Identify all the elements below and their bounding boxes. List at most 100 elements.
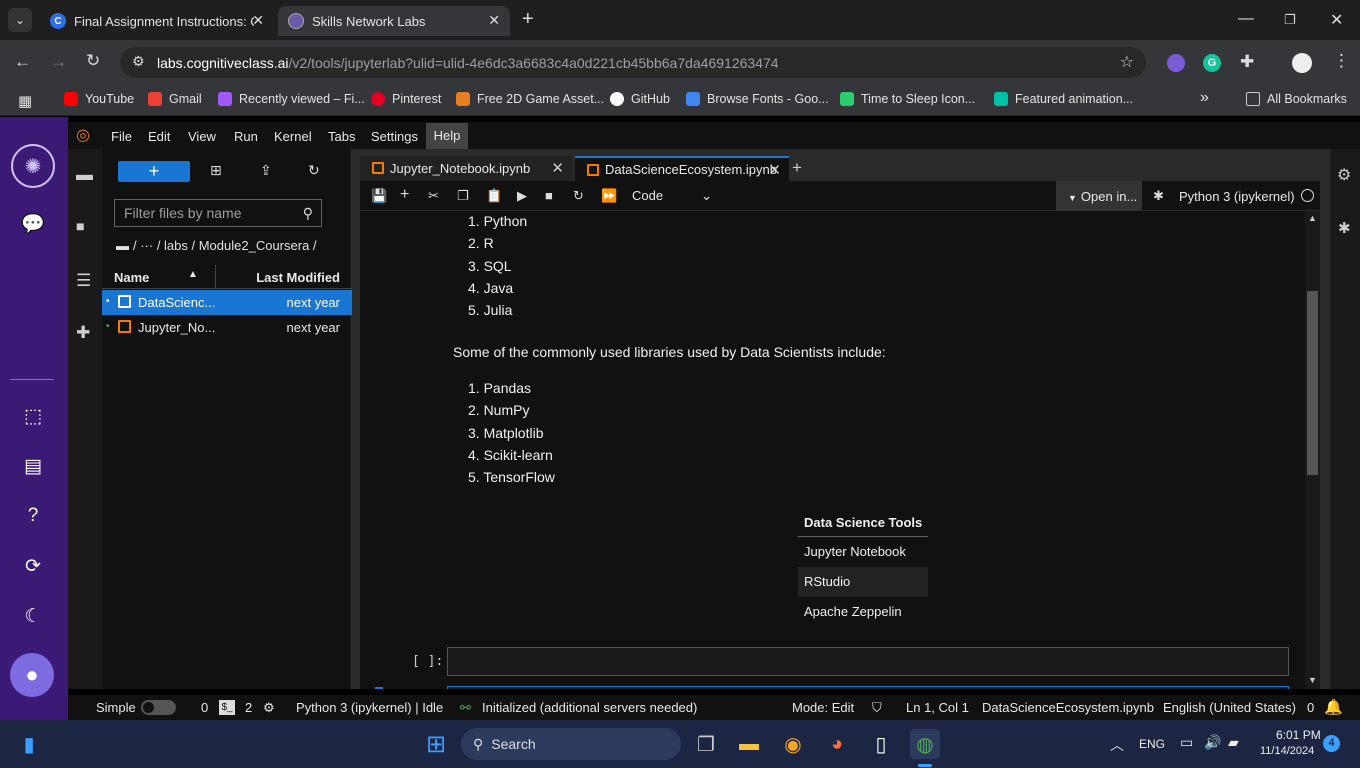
- running-kernels-icon[interactable]: ⏹: [76, 217, 85, 237]
- firefox-icon[interactable]: ◕: [822, 729, 852, 759]
- task-view-icon[interactable]: ❐: [691, 729, 721, 759]
- fast-forward-icon[interactable]: ⏩: [601, 188, 617, 204]
- kernels-count[interactable]: 2: [245, 700, 252, 715]
- bookmark-figma[interactable]: Recently viewed – Fi...: [218, 92, 365, 106]
- grammarly-icon[interactable]: G: [1203, 54, 1221, 72]
- file-row[interactable]: • Jupyter_No... next year: [102, 315, 352, 340]
- property-inspector-icon[interactable]: ⚙: [1337, 165, 1351, 185]
- all-bookmarks-button[interactable]: All Bookmarks: [1246, 92, 1347, 106]
- minimize-icon[interactable]: —: [1238, 10, 1254, 28]
- cut-icon[interactable]: ✂: [428, 188, 439, 204]
- terminals-count[interactable]: 0: [201, 700, 208, 715]
- menu-settings[interactable]: Settings: [371, 129, 418, 144]
- forward-icon[interactable]: →: [50, 52, 67, 72]
- reload-icon[interactable]: ↻: [86, 51, 100, 71]
- inbox-icon[interactable]: ⬚: [20, 403, 46, 429]
- file-explorer-icon[interactable]: ▬: [734, 729, 764, 759]
- chat-bot-icon[interactable]: 💬: [20, 211, 46, 237]
- notepad-icon[interactable]: ▯: [866, 729, 896, 759]
- browser-menu-icon[interactable]: ⋮: [1333, 51, 1350, 71]
- bookmark-game-assets[interactable]: Free 2D Game Asset...: [456, 92, 604, 106]
- home-folder-icon[interactable]: ▬: [116, 238, 129, 253]
- bookmark-pinterest[interactable]: Pinterest: [371, 92, 441, 106]
- bookmark-github[interactable]: GitHub: [610, 92, 670, 106]
- taskbar-search[interactable]: ⚲ Search: [461, 728, 681, 760]
- bookmark-sleep-icon[interactable]: Time to Sleep Icon...: [840, 92, 975, 106]
- notification-badge[interactable]: 4: [1323, 735, 1340, 752]
- sort-up-icon[interactable]: ▲: [188, 269, 198, 280]
- active-cell-input[interactable]: [447, 686, 1289, 689]
- cell-type-select[interactable]: Code ⌄: [632, 188, 712, 203]
- folder-icon[interactable]: ▬: [76, 165, 93, 185]
- network-icon[interactable]: ▭: [1180, 734, 1193, 751]
- window-close-icon[interactable]: ✕: [1330, 10, 1343, 30]
- language-selector[interactable]: English (United States): [1163, 700, 1296, 715]
- close-icon[interactable]: ✕: [551, 159, 564, 177]
- extension-icon[interactable]: [1167, 54, 1185, 72]
- stop-icon[interactable]: ■: [545, 188, 553, 203]
- document-icon[interactable]: ▤: [20, 453, 46, 479]
- browser-tab-assignment[interactable]: C Final Assignment Instructions: C ✕: [40, 6, 274, 36]
- debugger-bug-icon[interactable]: ✱: [1338, 219, 1351, 237]
- browser-tab-skills-network[interactable]: Skills Network Labs ✕: [278, 6, 510, 36]
- sync-icon[interactable]: ⟳: [20, 553, 46, 579]
- widgets-icon[interactable]: ▮: [14, 729, 44, 759]
- menu-kernel[interactable]: Kernel: [274, 129, 312, 144]
- save-icon[interactable]: 💾: [371, 188, 387, 204]
- menu-help[interactable]: Help: [426, 123, 468, 149]
- doc-tab-jupyter-notebook[interactable]: Jupyter_Notebook.ipynb ✕: [360, 156, 572, 181]
- clock-time[interactable]: 6:01 PM: [1276, 728, 1321, 742]
- close-icon[interactable]: ✕: [768, 161, 781, 179]
- app-yellow-icon[interactable]: ◉: [778, 729, 808, 759]
- windows-start-icon[interactable]: ⊞: [421, 729, 451, 759]
- extensions-icon[interactable]: ✚: [76, 323, 90, 343]
- menu-run[interactable]: Run: [234, 129, 258, 144]
- more-bookmarks-button[interactable]: »: [1200, 89, 1209, 107]
- bell-icon[interactable]: 🔔: [1324, 698, 1343, 716]
- help-icon[interactable]: ?: [20, 503, 46, 529]
- lsp-status[interactable]: Initialized (additional servers needed): [482, 700, 697, 715]
- add-tab-button[interactable]: +: [792, 158, 802, 178]
- user-avatar[interactable]: ●: [10, 653, 54, 697]
- refresh-icon[interactable]: ↻: [308, 162, 320, 179]
- filter-files-input[interactable]: Filter files by name ⚲: [114, 199, 322, 227]
- modified-column-header[interactable]: Last Modified: [256, 270, 340, 285]
- scrollbar-thumb[interactable]: [1307, 291, 1318, 475]
- menu-edit[interactable]: Edit: [148, 129, 170, 144]
- doc-tab-datascience-ecosystem[interactable]: DataScienceEcosystem.ipynb ✕: [575, 156, 789, 181]
- breadcrumb-path[interactable]: / ··· / labs / Module2_Coursera /: [133, 238, 317, 253]
- code-cell-input[interactable]: [447, 647, 1289, 676]
- profile-avatar[interactable]: [1292, 53, 1312, 73]
- close-icon[interactable]: ✕: [488, 12, 500, 29]
- cursor-position[interactable]: Ln 1, Col 1: [906, 700, 969, 715]
- battery-icon[interactable]: ▰: [1228, 734, 1239, 751]
- simple-mode-toggle[interactable]: [141, 700, 176, 715]
- chrome-icon[interactable]: ◍: [910, 729, 940, 759]
- copy-icon[interactable]: ❐: [457, 188, 469, 204]
- bookmark-featured-animation[interactable]: Featured animation...: [994, 92, 1133, 106]
- bookmark-star-icon[interactable]: ☆: [1120, 52, 1134, 72]
- input-language[interactable]: ENG: [1139, 737, 1165, 751]
- bookmark-gmail[interactable]: Gmail: [148, 92, 202, 106]
- upload-icon[interactable]: ⇪: [260, 162, 272, 179]
- back-icon[interactable]: ←: [14, 52, 31, 72]
- run-icon[interactable]: ▶: [517, 188, 527, 204]
- shield-check-icon[interactable]: ⛉: [872, 700, 882, 716]
- extensions-puzzle-icon[interactable]: ✚: [1240, 52, 1254, 72]
- toc-icon[interactable]: ☰: [76, 271, 91, 291]
- open-in-button[interactable]: ▼ Open in...: [1056, 181, 1142, 211]
- menu-file[interactable]: File: [111, 129, 132, 144]
- scroll-up-icon[interactable]: ▲: [1308, 213, 1317, 223]
- dark-mode-icon[interactable]: ☾: [20, 603, 46, 629]
- bookmark-google-fonts[interactable]: Browse Fonts - Goo...: [686, 92, 829, 106]
- restart-icon[interactable]: ↻: [573, 188, 584, 204]
- new-tab-button[interactable]: +: [522, 8, 534, 31]
- menu-view[interactable]: View: [188, 129, 216, 144]
- bookmark-youtube[interactable]: YouTube: [64, 92, 134, 106]
- close-icon[interactable]: ✕: [252, 12, 264, 29]
- volume-icon[interactable]: 🔊: [1204, 734, 1221, 751]
- skills-network-logo[interactable]: ✺: [11, 144, 55, 188]
- address-bar[interactable]: ⚙ labs.cognitiveclass.ai/v2/tools/jupyte…: [120, 47, 1146, 78]
- notification-count[interactable]: 0: [1307, 700, 1314, 715]
- kernel-status[interactable]: Python 3 (ipykernel) | Idle: [296, 700, 443, 715]
